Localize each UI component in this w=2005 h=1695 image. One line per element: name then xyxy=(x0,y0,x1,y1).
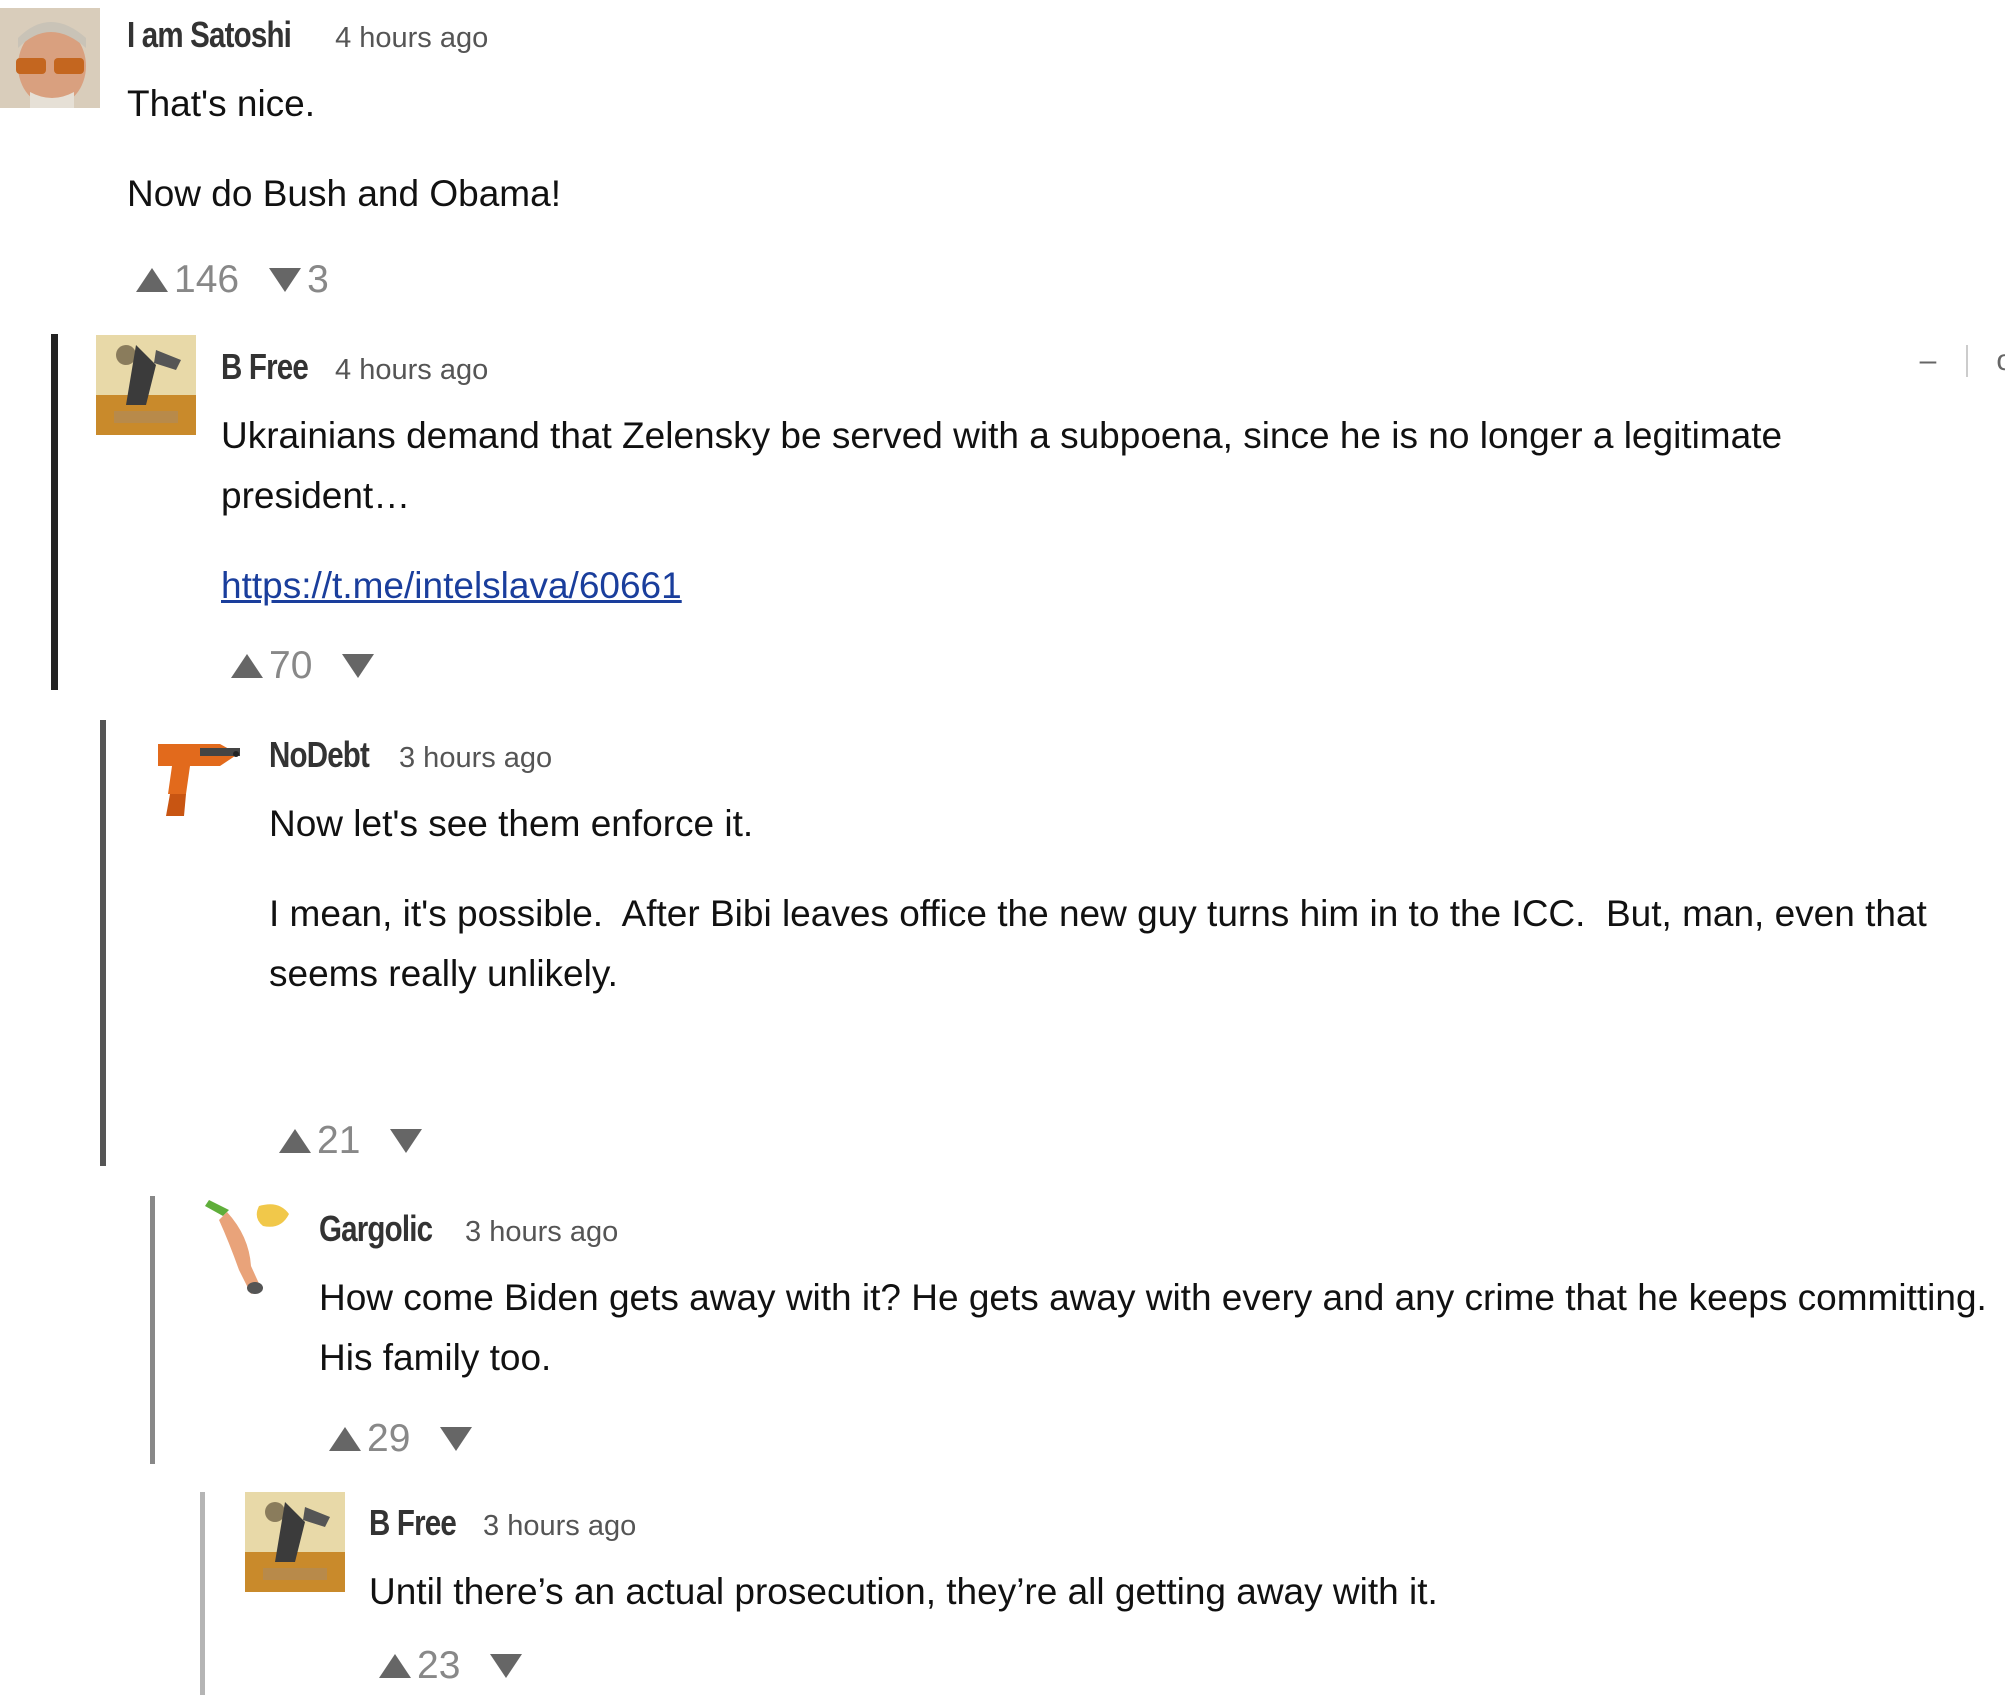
collapse-button[interactable]: – xyxy=(1920,344,1937,378)
avatar[interactable] xyxy=(0,8,100,108)
comment-author[interactable]: I am Satoshi xyxy=(127,14,292,56)
comment-link[interactable]: https://t.me/intelslava/60661 xyxy=(221,565,682,606)
comment-timestamp[interactable]: 4 hours ago xyxy=(335,22,488,55)
avatar[interactable] xyxy=(245,1492,345,1592)
comment: B Free 4 hours ago – o Ukrainians demand… xyxy=(51,334,2005,690)
comment-paragraph: Until there’s an actual prosecution, the… xyxy=(369,1571,1438,1612)
downvote-icon[interactable] xyxy=(269,268,302,292)
comment: Gargolic 3 hours ago How come Biden gets… xyxy=(150,1196,2005,1464)
comment: I am Satoshi 4 hours ago That's nice. No… xyxy=(0,0,2005,320)
share-button[interactable]: o xyxy=(1996,344,2005,378)
thread-line[interactable] xyxy=(100,720,106,1166)
divider xyxy=(1966,345,1969,377)
thread-line[interactable] xyxy=(51,334,58,690)
comment-body: How come Biden gets away with it? He get… xyxy=(319,1268,2005,1388)
comment-author[interactable]: Gargolic xyxy=(319,1208,433,1250)
vote-bar: 23 xyxy=(379,1644,528,1688)
upvote-icon[interactable] xyxy=(379,1654,411,1678)
comment-author[interactable]: B Free xyxy=(221,346,309,388)
comment-author[interactable]: B Free xyxy=(369,1502,457,1544)
upvote-count: 29 xyxy=(367,1417,411,1460)
comment-paragraph: That's nice. xyxy=(127,83,316,124)
upvote-count: 23 xyxy=(417,1644,461,1687)
thread-line[interactable] xyxy=(150,1196,155,1464)
downvote-icon[interactable] xyxy=(440,1427,473,1451)
comment-paragraph: I mean, it's possible. After Bibi leaves… xyxy=(269,893,1938,994)
comment-timestamp[interactable]: 3 hours ago xyxy=(399,742,552,775)
upvote-count: 70 xyxy=(269,644,313,687)
downvote-icon[interactable] xyxy=(342,654,375,678)
comment-controls: – o xyxy=(1920,344,2005,378)
thread-line[interactable] xyxy=(200,1492,205,1695)
upvote-icon[interactable] xyxy=(231,654,263,678)
comment-paragraph: Ukrainians demand that Zelensky be serve… xyxy=(221,415,1783,516)
upvote-icon[interactable] xyxy=(329,1427,361,1451)
comment-timestamp[interactable]: 3 hours ago xyxy=(483,1510,636,1543)
downvote-icon[interactable] xyxy=(390,1129,423,1153)
upvote-icon[interactable] xyxy=(279,1129,311,1153)
comment: B Free 3 hours ago Until there’s an actu… xyxy=(200,1492,2005,1695)
vote-bar: 146 3 xyxy=(136,258,329,302)
comment-timestamp[interactable]: 3 hours ago xyxy=(465,1216,618,1249)
comment-paragraph: Now let's see them enforce it. xyxy=(269,803,754,844)
comment-paragraph: How come Biden gets away with it? He get… xyxy=(319,1277,1987,1378)
upvote-count: 21 xyxy=(317,1119,361,1162)
comment-body: Until there’s an actual prosecution, the… xyxy=(369,1562,1989,1622)
vote-bar: 29 xyxy=(329,1417,478,1461)
downvote-count: 3 xyxy=(307,258,329,301)
vote-bar: 70 xyxy=(231,644,380,688)
upvote-count: 146 xyxy=(174,258,240,301)
downvote-icon[interactable] xyxy=(490,1654,523,1678)
comment-timestamp[interactable]: 4 hours ago xyxy=(335,354,488,387)
vote-bar: 21 xyxy=(279,1119,428,1163)
avatar[interactable] xyxy=(96,335,196,435)
comment: NoDebt 3 hours ago Now let's see them en… xyxy=(100,720,2005,1166)
upvote-icon[interactable] xyxy=(136,268,168,292)
comment-body: Now let's see them enforce it. I mean, i… xyxy=(269,794,2005,1004)
comment-body: That's nice. Now do Bush and Obama! xyxy=(127,74,561,224)
comment-author[interactable]: NoDebt xyxy=(269,734,370,776)
avatar[interactable] xyxy=(150,724,250,824)
comment-body: Ukrainians demand that Zelensky be serve… xyxy=(221,406,1981,616)
comment-paragraph: Now do Bush and Obama! xyxy=(127,173,561,214)
avatar[interactable] xyxy=(199,1196,299,1296)
